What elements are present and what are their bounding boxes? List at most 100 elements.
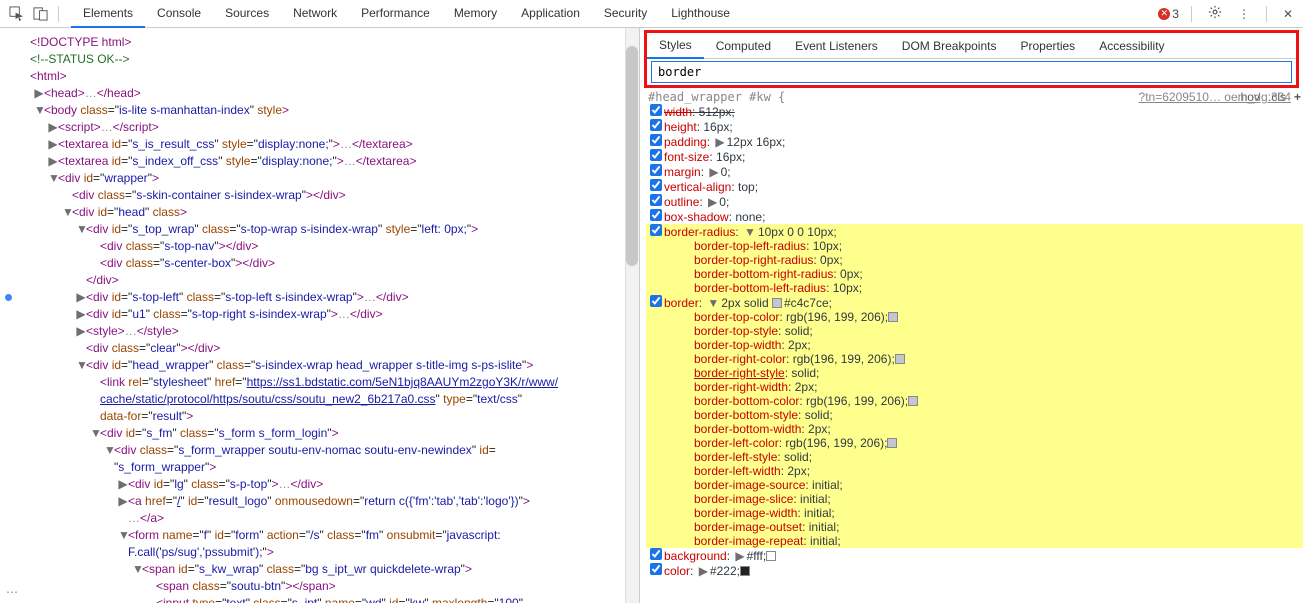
tab-network[interactable]: Network bbox=[281, 0, 349, 28]
gear-icon[interactable] bbox=[1204, 5, 1226, 22]
expand-icon[interactable]: ▼ bbox=[90, 425, 100, 442]
dom-node[interactable]: ▼<div id="wrapper"> bbox=[6, 170, 639, 187]
styles-tab-computed[interactable]: Computed bbox=[704, 33, 783, 59]
property-toggle[interactable] bbox=[650, 119, 662, 131]
css-property[interactable]: border-top-width: 2px; bbox=[646, 338, 1303, 352]
tab-elements[interactable]: Elements bbox=[71, 0, 145, 28]
dom-node[interactable]: <div class="s-top-nav"></div> bbox=[6, 238, 639, 255]
expand-icon[interactable]: ▼ bbox=[48, 170, 58, 187]
expand-icon[interactable]: ▼ bbox=[104, 442, 114, 459]
color-swatch-icon[interactable] bbox=[772, 298, 782, 308]
property-toggle[interactable] bbox=[650, 295, 662, 307]
css-property[interactable]: border-bottom-left-radius: 10px; bbox=[646, 281, 1303, 295]
expand-icon[interactable] bbox=[90, 374, 100, 391]
expand-icon[interactable] bbox=[90, 255, 100, 272]
tab-sources[interactable]: Sources bbox=[213, 0, 281, 28]
dom-node[interactable]: ▶<div id="s-top-left" class="s-top-left … bbox=[6, 289, 639, 306]
styles-tab-accessibility[interactable]: Accessibility bbox=[1087, 33, 1176, 59]
dom-tree[interactable]: <!DOCTYPE html> <!--STATUS OK--> <html>▶… bbox=[0, 28, 639, 603]
property-toggle[interactable] bbox=[650, 224, 662, 236]
styles-filter-input[interactable] bbox=[651, 61, 1292, 83]
css-property[interactable]: border-image-outset: initial; bbox=[646, 520, 1303, 534]
dom-node[interactable]: ▶<head>…</head> bbox=[6, 85, 639, 102]
dom-node[interactable]: ▶<style>…</style> bbox=[6, 323, 639, 340]
color-swatch-icon[interactable] bbox=[908, 396, 918, 406]
dom-node[interactable]: </div> bbox=[6, 272, 639, 289]
tab-console[interactable]: Console bbox=[145, 0, 213, 28]
color-swatch-icon[interactable] bbox=[740, 566, 750, 576]
dom-node[interactable]: ▶<textarea id="s_index_off_css" style="d… bbox=[6, 153, 639, 170]
dom-node[interactable]: data-for="result"> bbox=[6, 408, 639, 425]
tab-application[interactable]: Application bbox=[509, 0, 592, 28]
property-toggle[interactable] bbox=[650, 194, 662, 206]
css-property[interactable]: border-image-width: initial; bbox=[646, 506, 1303, 520]
dom-node[interactable]: ▶<div id="u1" class="s-top-right s-isind… bbox=[6, 306, 639, 323]
more-icon[interactable]: ⋮ bbox=[1234, 7, 1254, 21]
property-toggle[interactable] bbox=[650, 164, 662, 176]
expand-icon[interactable]: ▶ bbox=[118, 493, 128, 510]
tab-lighthouse[interactable]: Lighthouse bbox=[659, 0, 742, 28]
css-property[interactable]: border-right-style: solid; bbox=[646, 366, 1303, 380]
css-property[interactable]: border-bottom-right-radius: 0px; bbox=[646, 267, 1303, 281]
color-swatch-icon[interactable] bbox=[888, 312, 898, 322]
expand-icon[interactable] bbox=[146, 595, 156, 603]
styles-tab-event-listeners[interactable]: Event Listeners bbox=[783, 33, 890, 59]
scrollbar-track[interactable] bbox=[625, 28, 639, 603]
css-property[interactable]: border-image-repeat: initial; bbox=[646, 534, 1303, 548]
css-property[interactable]: font-size: 16px; bbox=[646, 149, 1303, 164]
dom-node[interactable]: F.call('ps/sug','pssubmit');"> bbox=[6, 544, 639, 561]
expand-icon[interactable]: ▼ bbox=[76, 221, 86, 238]
expand-icon[interactable] bbox=[118, 510, 128, 527]
expand-icon[interactable] bbox=[104, 459, 114, 476]
expand-icon[interactable]: ▶ bbox=[118, 476, 128, 493]
dom-node[interactable]: ▶<div id="lg" class="s-p-top">…</div> bbox=[6, 476, 639, 493]
dom-node[interactable]: ▼<span id="s_kw_wrap" class="bg s_ipt_wr… bbox=[6, 561, 639, 578]
property-toggle[interactable] bbox=[650, 548, 662, 560]
css-properties-list[interactable]: width: 512px;height: 16px;padding: ▶12px… bbox=[640, 104, 1303, 603]
dom-node[interactable]: <span class="soutu-btn"></span> bbox=[6, 578, 639, 595]
property-toggle[interactable] bbox=[650, 149, 662, 161]
css-property[interactable]: border-image-slice: initial; bbox=[646, 492, 1303, 506]
dom-node[interactable]: ▼<div id="head_wrapper" class="s-isindex… bbox=[6, 357, 639, 374]
styles-tab-styles[interactable]: Styles bbox=[647, 33, 704, 59]
expand-icon[interactable]: ▶ bbox=[76, 323, 86, 340]
css-property[interactable]: border-top-style: solid; bbox=[646, 324, 1303, 338]
styles-tab-dom-breakpoints[interactable]: DOM Breakpoints bbox=[890, 33, 1009, 59]
dom-node[interactable]: …</a> bbox=[6, 510, 639, 527]
expand-icon[interactable] bbox=[90, 238, 100, 255]
expand-icon[interactable] bbox=[146, 578, 156, 595]
css-property[interactable]: border-left-width: 2px; bbox=[646, 464, 1303, 478]
styles-tab-properties[interactable]: Properties bbox=[1008, 33, 1087, 59]
property-toggle[interactable] bbox=[650, 209, 662, 221]
elements-tree-pane[interactable]: <!DOCTYPE html> <!--STATUS OK--> <html>▶… bbox=[0, 28, 640, 603]
expand-icon[interactable]: ▶ bbox=[76, 306, 86, 323]
css-property[interactable]: color: ▶#222; bbox=[646, 563, 1303, 578]
css-property[interactable]: border-bottom-width: 2px; bbox=[646, 422, 1303, 436]
css-property[interactable]: padding: ▶12px 16px; bbox=[646, 134, 1303, 149]
css-property[interactable]: height: 16px; bbox=[646, 119, 1303, 134]
dom-node[interactable]: <!DOCTYPE html> bbox=[6, 34, 639, 51]
property-toggle[interactable] bbox=[650, 563, 662, 575]
css-property[interactable]: margin: ▶0; bbox=[646, 164, 1303, 179]
expand-icon[interactable]: ▼ bbox=[76, 357, 86, 374]
dom-node[interactable]: ▼<body class="is-lite s-manhattan-index"… bbox=[6, 102, 639, 119]
dom-node[interactable]: <!--STATUS OK--> bbox=[6, 51, 639, 68]
css-property[interactable]: vertical-align: top; bbox=[646, 179, 1303, 194]
dom-node[interactable]: "s_form_wrapper"> bbox=[6, 459, 639, 476]
color-swatch-icon[interactable] bbox=[766, 551, 776, 561]
css-property[interactable]: border-left-color: rgb(196, 199, 206); bbox=[646, 436, 1303, 450]
dom-node[interactable]: ▼<form name="f" id="form" action="/s" cl… bbox=[6, 527, 639, 544]
dom-node[interactable]: ▼<div class="s_form_wrapper soutu-env-no… bbox=[6, 442, 639, 459]
css-property[interactable]: border-right-width: 2px; bbox=[646, 380, 1303, 394]
css-property[interactable]: border-top-left-radius: 10px; bbox=[646, 239, 1303, 253]
dom-node[interactable]: ▼<div id="s_fm" class="s_form s_form_log… bbox=[6, 425, 639, 442]
property-toggle[interactable] bbox=[650, 134, 662, 146]
inspect-icon[interactable] bbox=[6, 4, 26, 24]
css-property[interactable]: background: ▶#fff; bbox=[646, 548, 1303, 563]
css-property[interactable]: border-bottom-color: rgb(196, 199, 206); bbox=[646, 394, 1303, 408]
dom-node[interactable]: <div class="s-center-box"></div> bbox=[6, 255, 639, 272]
expand-icon[interactable]: ▶ bbox=[76, 289, 86, 306]
close-icon[interactable]: ✕ bbox=[1279, 7, 1297, 21]
expand-icon[interactable]: ▶ bbox=[48, 153, 58, 170]
expand-icon[interactable]: ▼ bbox=[118, 527, 128, 544]
